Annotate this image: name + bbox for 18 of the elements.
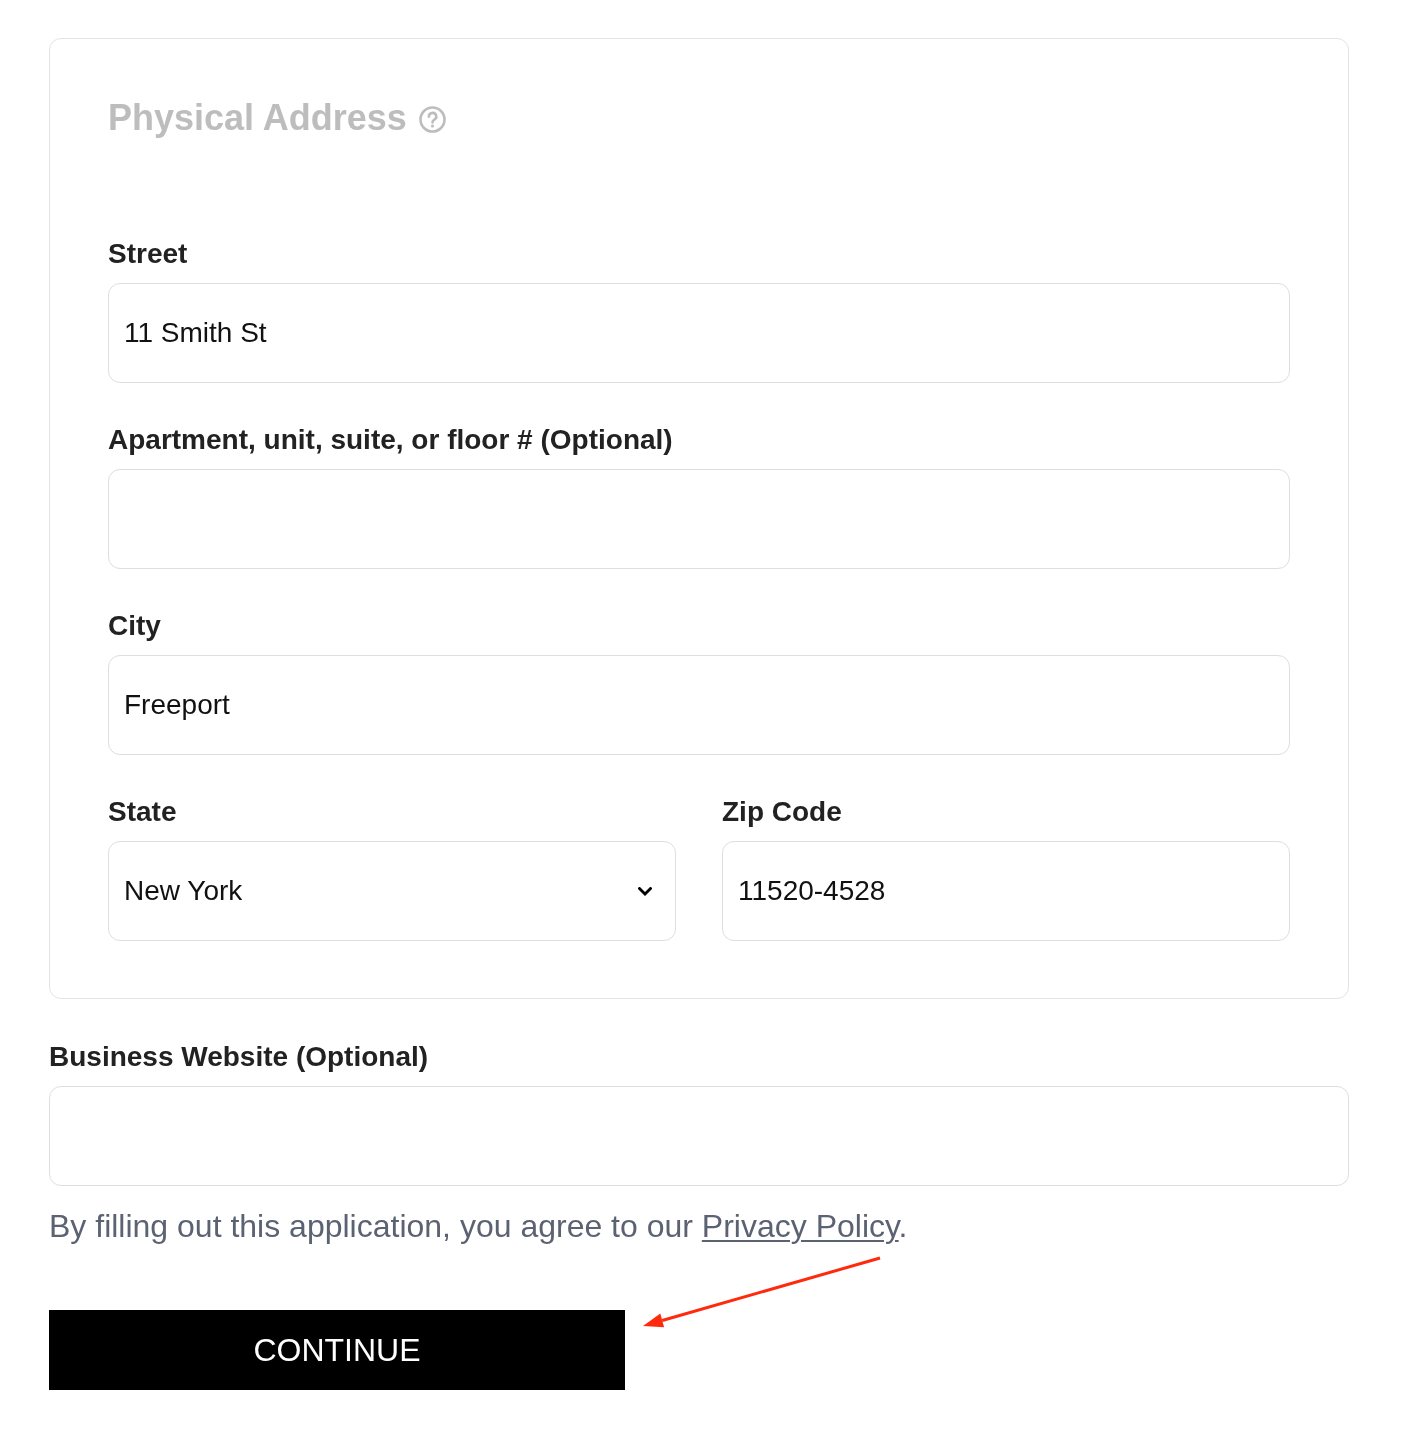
input-field[interactable]	[108, 469, 1290, 569]
field-label: Street	[108, 239, 188, 269]
privacy-policy-link[interactable]: Privacy Policy	[701, 1208, 899, 1244]
help-icon[interactable]	[418, 105, 446, 133]
input-field[interactable]	[49, 1086, 1349, 1186]
field-label: State	[108, 797, 177, 827]
section-title: Physical Address	[108, 98, 407, 138]
chevron-down-icon	[638, 886, 652, 896]
consent-text: By filling out this application, you agree to our Privacy Policy.	[49, 1208, 908, 1244]
select-dropdown[interactable]: New York	[108, 841, 676, 941]
field-label: Apartment, unit, suite, or floor # (Optional)	[108, 425, 673, 455]
continue-button[interactable]: CONTINUE	[49, 1310, 625, 1390]
input-field[interactable]: 11520-4528	[722, 841, 1290, 941]
input-field[interactable]: Freeport	[108, 655, 1290, 755]
field-label: Business Website (Optional)	[49, 1042, 429, 1072]
field-label: City	[108, 611, 161, 641]
input-field[interactable]: 11 Smith St	[108, 283, 1290, 383]
field-label: Zip Code	[722, 797, 842, 827]
